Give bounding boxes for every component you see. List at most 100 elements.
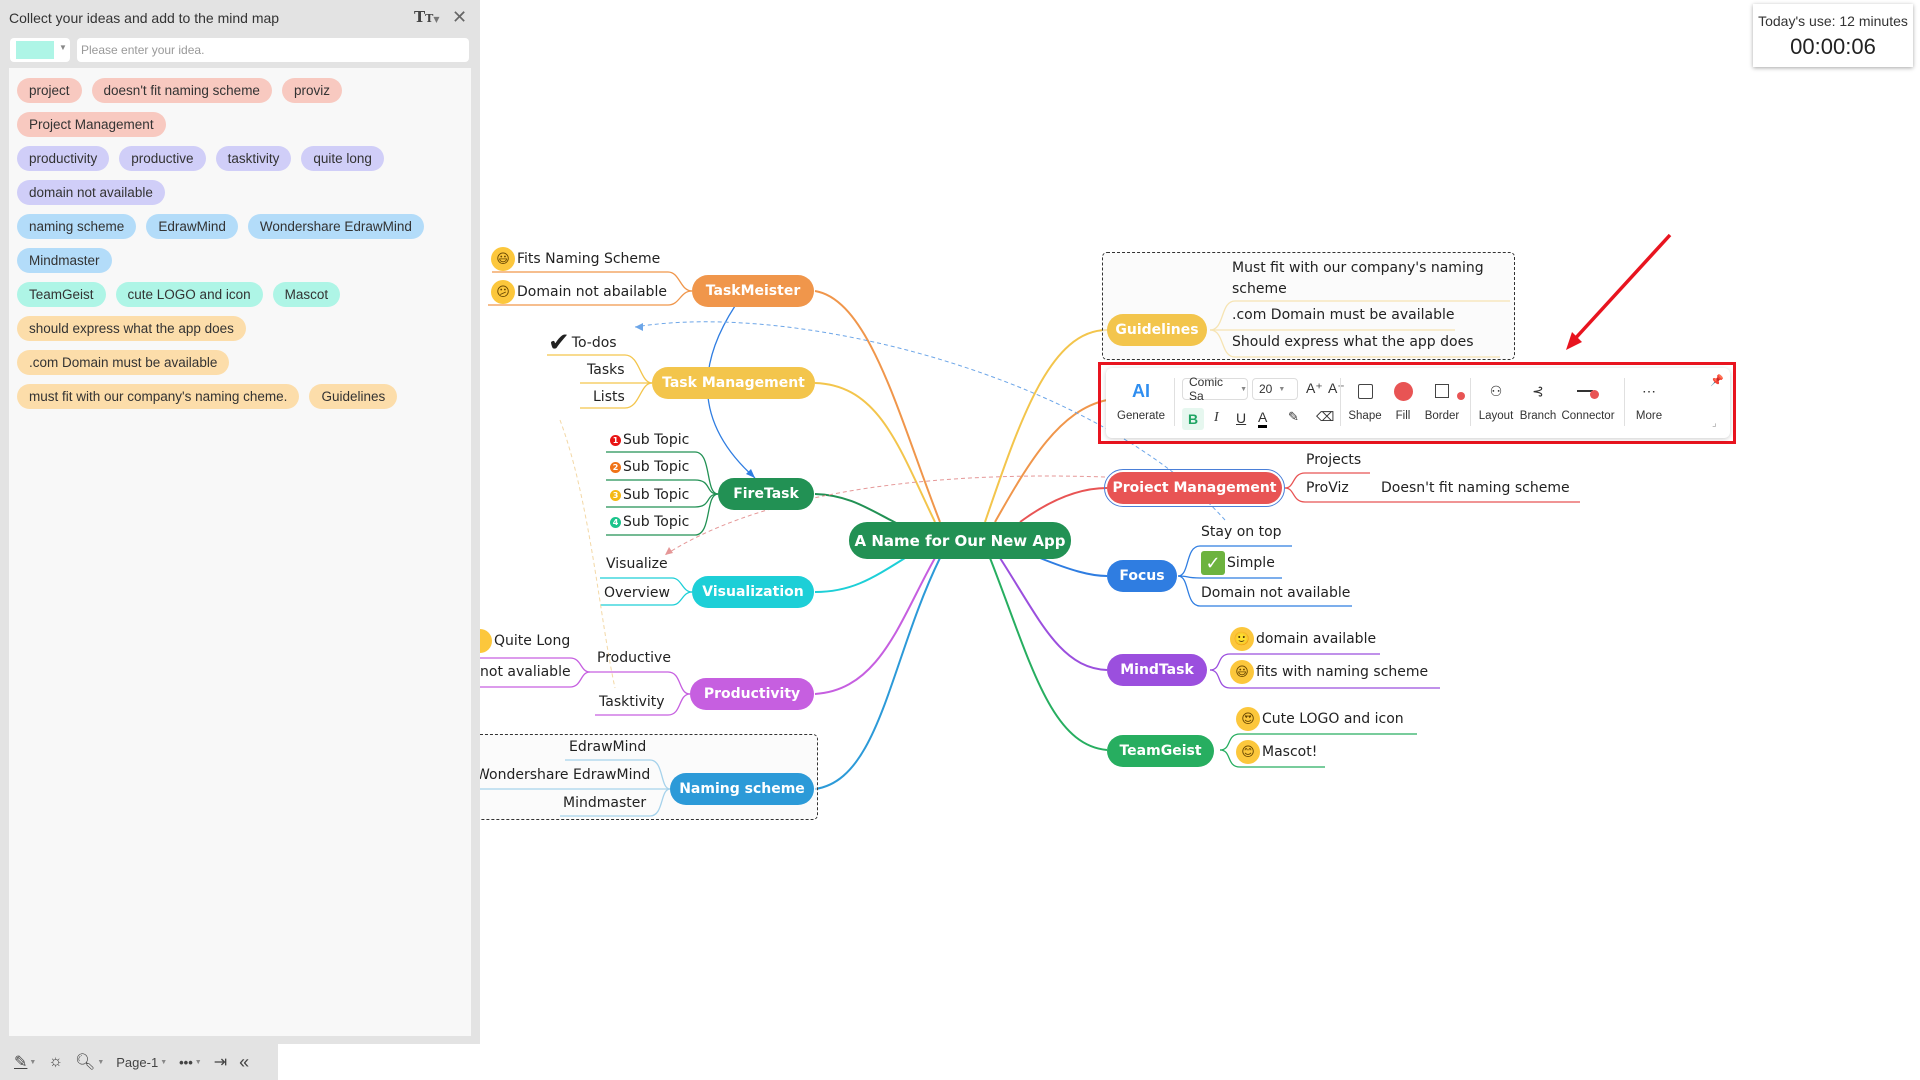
format-painter-icon[interactable]: ⌫ (1316, 409, 1334, 425)
more-button[interactable]: ⋯ More (1632, 378, 1666, 423)
usage-timer: Today's use: 12 minutes 00:00:06 (1753, 4, 1913, 67)
pin-icon[interactable]: 📌 (1710, 374, 1724, 387)
more-button[interactable]: ••• ▼ (179, 1055, 202, 1070)
font-family-select[interactable]: Comic Sa ▼ (1182, 375, 1248, 403)
idea-tag[interactable]: cute LOGO and icon (115, 282, 263, 307)
idea-tag[interactable]: productive (119, 146, 206, 171)
tag-color-picker[interactable]: ▼ (10, 38, 70, 62)
subtopic[interactable]: Must fit with our company's naming schem… (1232, 258, 1502, 300)
topic-task-management[interactable]: Task Management (652, 367, 815, 399)
layout-button[interactable]: ⚇ Layout (1476, 378, 1516, 423)
highlighter-icon[interactable]: ✎ (1288, 409, 1299, 425)
idea-tag[interactable]: must fit with our company's naming cheme… (17, 384, 300, 409)
decrease-font-button[interactable]: A⁻ (1328, 380, 1345, 397)
zoom-button[interactable]: 🔍︎ ▼ (75, 1052, 104, 1072)
idea-input[interactable] (77, 38, 469, 62)
subtopic[interactable]: 2 Sub Topic (610, 459, 689, 475)
topic-teamgeist[interactable]: TeamGeist (1107, 735, 1214, 767)
subtopic[interactable]: Tasks (587, 362, 625, 378)
subtopic[interactable]: ProViz (1306, 480, 1349, 496)
subtopic[interactable]: Stay on top (1201, 524, 1282, 540)
subtopic[interactable]: Domain not available (1201, 585, 1350, 601)
idea-tag[interactable]: Mindmaster (17, 248, 112, 273)
subtopic[interactable]: Quite Long (478, 629, 570, 653)
subtopic[interactable]: 😊 Mascot! (1236, 740, 1317, 764)
font-color-button[interactable]: A (1258, 409, 1268, 428)
subtopic[interactable]: 😃 Fits Naming Scheme (491, 247, 660, 271)
subtopic[interactable]: Visualize (606, 556, 668, 572)
subtopic[interactable]: EdrawMind (569, 739, 646, 755)
font-size-select[interactable]: 20 ▼ (1252, 378, 1298, 400)
subtopic[interactable]: ✓ Simple (1201, 551, 1275, 575)
idea-tag[interactable]: domain not available (17, 180, 165, 205)
idea-tag[interactable]: Guidelines (309, 384, 398, 409)
topic-guidelines[interactable]: Guidelines (1107, 314, 1207, 346)
subtopic[interactable]: 😕 Domain not abailable (491, 280, 667, 304)
text-size-icon[interactable]: TT▼ (414, 8, 440, 26)
subtopic[interactable]: 3 Sub Topic (610, 487, 689, 503)
subtopic[interactable]: Lists (593, 389, 625, 405)
bold-button[interactable]: B (1182, 408, 1204, 430)
subtopic[interactable]: Mindmaster (563, 795, 646, 811)
subtopic[interactable]: 😍 Cute LOGO and icon (1236, 707, 1404, 731)
idea-tag[interactable]: doesn't fit naming scheme (91, 78, 272, 103)
panel-title: Collect your ideas and add to the mind m… (9, 10, 280, 26)
page-select[interactable]: Page-1 ▼ (116, 1055, 167, 1070)
central-topic[interactable]: A Name for Our New App (849, 522, 1071, 559)
subtopic[interactable]: 🙂 domain available (1230, 627, 1376, 651)
italic-button[interactable]: I (1214, 410, 1219, 426)
subtopic[interactable]: Doesn't fit naming scheme (1381, 480, 1570, 496)
subtopic[interactable]: Overview (604, 585, 670, 601)
close-icon[interactable]: ✕ (452, 7, 467, 28)
idea-tag[interactable]: project (17, 78, 82, 103)
subtopic[interactable]: Should express what the app does (1232, 334, 1474, 350)
subtopic[interactable]: 4 Sub Topic (610, 514, 689, 530)
subtopic[interactable]: Productive (597, 650, 671, 666)
idea-tag[interactable]: naming scheme (17, 214, 137, 239)
idea-tag[interactable]: tasktivity (215, 146, 292, 171)
subtopic[interactable]: ✔ To-dos (548, 328, 617, 358)
idea-tag[interactable]: Project Management (17, 112, 166, 137)
subtopic[interactable]: Tasktivity (599, 694, 665, 710)
topic-taskmeister[interactable]: TaskMeister (692, 275, 814, 307)
subtopic[interactable]: not avaliable (480, 664, 571, 680)
topic-project-management[interactable]: Proiect Management (1104, 469, 1285, 507)
subtopic[interactable]: Projects (1306, 452, 1361, 468)
topic-mindtask[interactable]: MindTask (1107, 654, 1207, 686)
usage-label: Today's use: 12 minutes (1758, 13, 1908, 29)
topic-productivity[interactable]: Productivity (690, 678, 814, 710)
subtopic[interactable]: 😃 fits with naming scheme (1230, 660, 1428, 684)
subtopic[interactable]: .com Domain must be available (1232, 307, 1454, 323)
idea-tag[interactable]: TeamGeist (17, 282, 106, 307)
idea-tag[interactable]: Mascot (272, 282, 341, 307)
exit-button[interactable]: ⇥ (214, 1052, 227, 1072)
collapse-toolbar-icon[interactable]: ⌟ (1712, 418, 1717, 429)
connector-button[interactable]: Connector (1560, 378, 1616, 422)
subtopic[interactable]: Wondershare EdrawMind (476, 767, 650, 783)
checkmark-icon: ✔ (548, 328, 570, 358)
idea-tag[interactable]: should express what the app does (17, 316, 246, 341)
idea-tag[interactable]: quite long (301, 146, 384, 171)
topic-focus[interactable]: Focus (1107, 560, 1177, 592)
border-button[interactable]: Border (1422, 378, 1465, 422)
underline-button[interactable]: U (1236, 410, 1246, 426)
lightbulb-button[interactable]: ☼ (48, 1053, 63, 1071)
idea-tag[interactable]: proviz (281, 78, 342, 103)
branch-line-taskmeister (814, 290, 941, 523)
idea-tag[interactable]: .com Domain must be available (17, 350, 230, 375)
topic-firetask[interactable]: FireTask (718, 478, 814, 510)
topic-visualization[interactable]: Visualization (692, 576, 814, 608)
branch-button[interactable]: ⊰ Branch (1518, 378, 1558, 423)
double-chevron-left-icon: « (239, 1051, 250, 1072)
topic-naming-scheme[interactable]: Naming scheme (670, 773, 814, 805)
idea-tag[interactable]: Wondershare EdrawMind (247, 214, 424, 239)
idea-tag[interactable]: EdrawMind (146, 214, 238, 239)
fill-button[interactable]: Fill (1390, 378, 1416, 422)
shape-button[interactable]: Shape (1346, 378, 1384, 422)
increase-font-button[interactable]: A⁺ (1306, 380, 1323, 397)
idea-tag[interactable]: productivity (17, 146, 110, 171)
subtopic[interactable]: 1 Sub Topic (610, 432, 689, 448)
pen-button[interactable]: ✎ ▼ (14, 1052, 36, 1072)
collapse-panel-button[interactable]: « (239, 1052, 249, 1073)
ai-generate-button[interactable]: AI Generate (1116, 378, 1166, 423)
